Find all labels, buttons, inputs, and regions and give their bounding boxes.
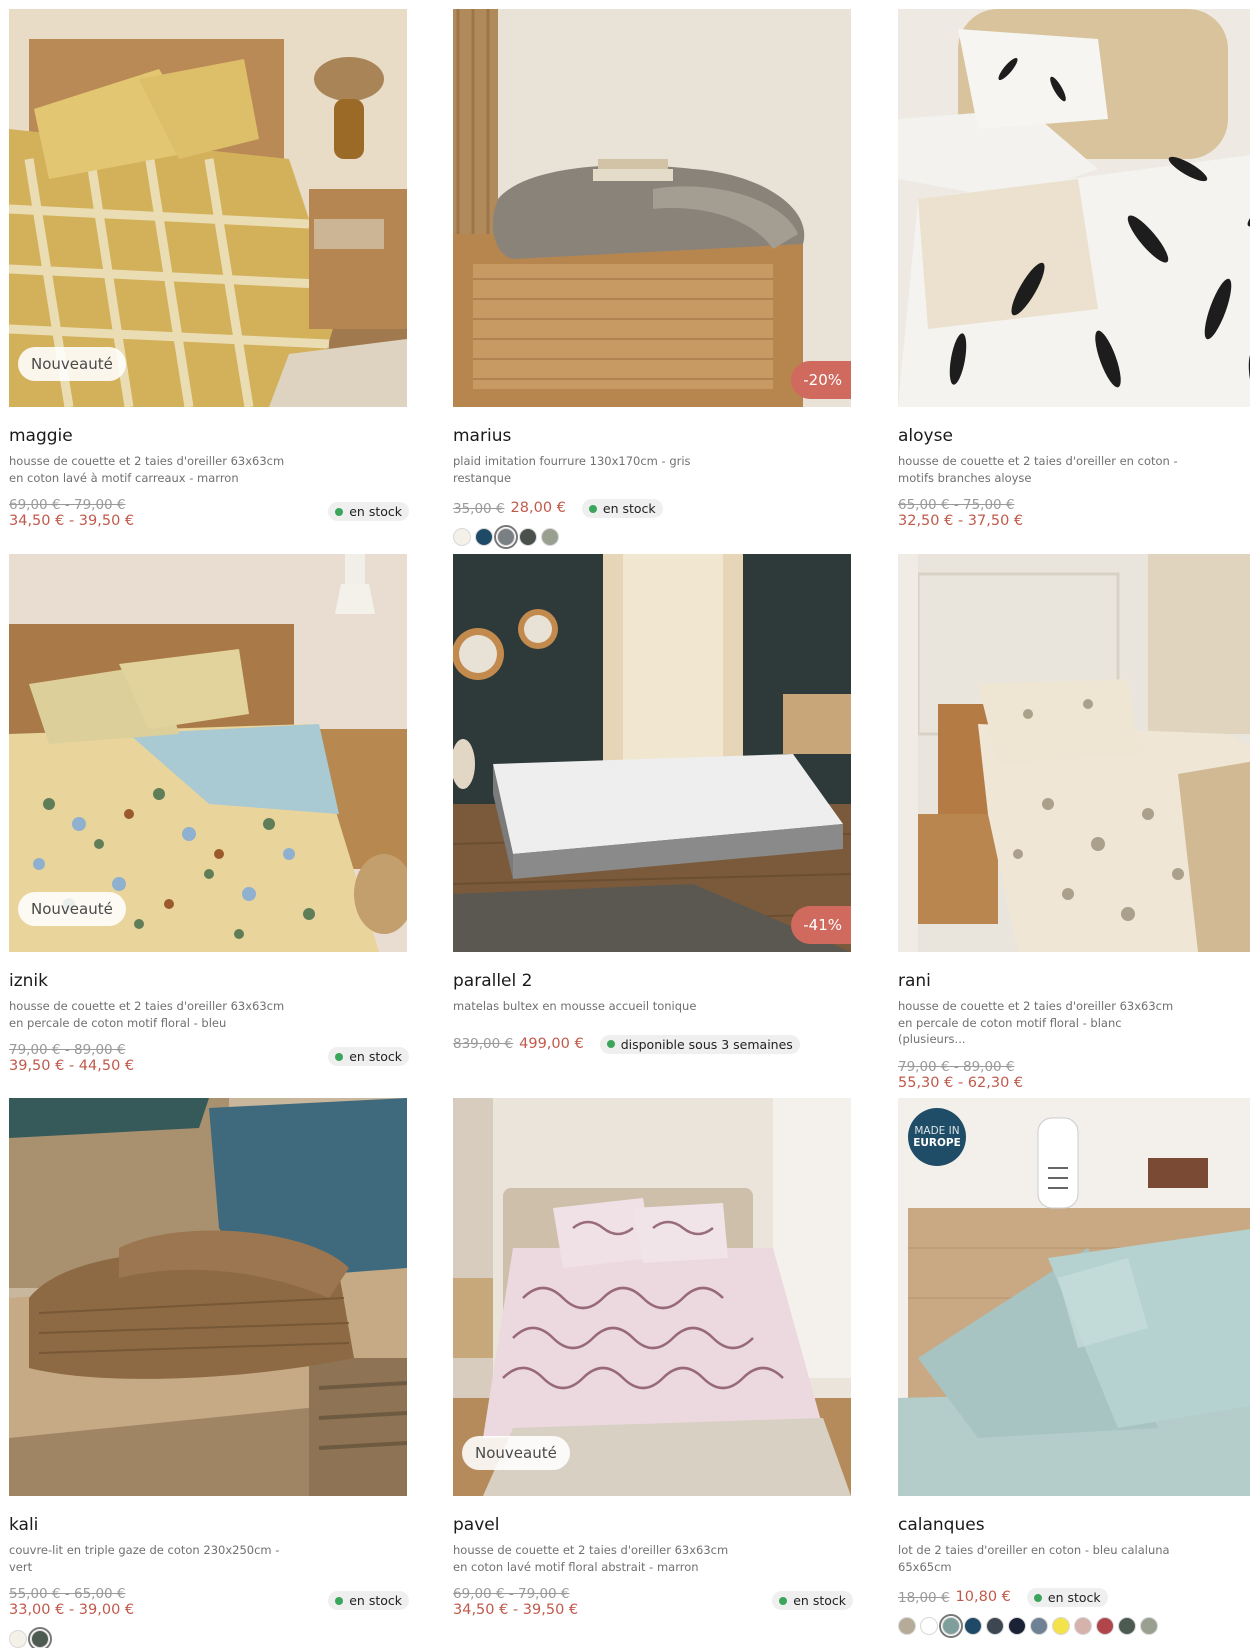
color-swatch[interactable] — [453, 528, 471, 546]
product-card-marius[interactable]: -20% marius plaid imitation fourrure 130… — [453, 9, 853, 549]
product-image[interactable]: MADE IN EUROPE — [898, 1098, 1250, 1496]
color-swatch[interactable] — [1030, 1617, 1048, 1635]
color-swatch-selected[interactable] — [939, 1614, 963, 1638]
discount-badge: -41% — [791, 906, 851, 944]
product-description: housse de couette et 2 taies d'oreiller … — [898, 999, 1174, 1046]
old-price: 18,00 € — [898, 1589, 950, 1606]
stock-label: en stock — [349, 1593, 402, 1608]
product-card-maggie[interactable]: Nouveauté maggie housse de couette et 2 … — [9, 9, 409, 531]
stock-label: disponible sous 3 semaines — [620, 1036, 793, 1052]
product-card-rani[interactable]: rani housse de couette et 2 taies d'orei… — [898, 554, 1250, 1093]
old-price: 79,00 € - 89,00 € — [898, 1058, 1015, 1075]
color-swatch[interactable] — [9, 1630, 27, 1648]
color-swatch[interactable] — [519, 528, 537, 546]
stock-dot-icon — [335, 1052, 344, 1061]
sale-price: 55,30 € - 62,30 € — [898, 1074, 1024, 1091]
product-description: housse de couette et 2 taies d'oreiller … — [9, 999, 285, 1030]
color-swatch[interactable] — [1118, 1617, 1136, 1635]
stock-dot-icon — [1033, 1593, 1042, 1602]
new-badge: Nouveauté — [462, 1436, 570, 1470]
product-name[interactable]: maggie — [9, 425, 409, 447]
sale-price: 10,80 € — [955, 1589, 1011, 1605]
product-card-kali[interactable]: kali couvre-lit en triple gaze de coton … — [9, 1098, 409, 1648]
color-swatch-selected[interactable] — [494, 525, 518, 549]
color-swatches — [9, 1627, 409, 1648]
color-swatches — [453, 525, 853, 549]
stock-badge: disponible sous 3 semaines — [599, 1034, 800, 1054]
product-card-calanques[interactable]: MADE IN EUROPE calanques lot de 2 taies … — [898, 1098, 1250, 1638]
stock-badge: en stock — [581, 499, 663, 518]
product-image[interactable]: Nouveauté — [9, 9, 407, 407]
stock-dot-icon — [606, 1040, 615, 1048]
sale-price: 32,50 € - 37,50 € — [898, 513, 1024, 529]
color-swatch[interactable] — [898, 1617, 916, 1635]
product-description: lot de 2 taies d'oreiller en coton - ble… — [898, 1543, 1170, 1574]
product-description: couvre-lit en triple gaze de coton 230x2… — [9, 1543, 280, 1574]
stock-label: en stock — [1047, 1590, 1101, 1605]
color-swatch[interactable] — [475, 528, 493, 546]
color-swatch[interactable] — [1074, 1617, 1092, 1635]
stock-label: en stock — [349, 504, 402, 519]
product-image[interactable]: -41% — [453, 554, 851, 952]
product-description: matelas bultex en mousse accueil tonique — [453, 999, 697, 1013]
sale-price: 28,00 € — [510, 500, 566, 516]
stock-dot-icon — [335, 1596, 344, 1605]
product-description: housse de couette et 2 taies d'oreiller … — [9, 454, 285, 485]
product-card-iznik[interactable]: Nouveauté iznik housse de couette et 2 t… — [9, 554, 409, 1076]
old-price: 65,00 € - 75,00 € — [898, 497, 1015, 513]
product-description: housse de couette et 2 taies d'oreiller … — [453, 1543, 729, 1574]
new-badge: Nouveauté — [18, 347, 126, 381]
color-swatch[interactable] — [1008, 1617, 1026, 1635]
stock-badge: en stock — [328, 1047, 409, 1066]
color-swatch[interactable] — [920, 1617, 938, 1635]
discount-badge: -20% — [791, 361, 851, 399]
product-name[interactable]: kali — [9, 1514, 409, 1536]
stock-dot-icon — [588, 504, 597, 513]
product-image[interactable]: Nouveauté — [453, 1098, 851, 1496]
stock-dot-icon — [779, 1596, 788, 1605]
color-swatch-selected[interactable] — [28, 1627, 52, 1648]
product-card-pavel[interactable]: Nouveauté pavel housse de couette et 2 t… — [453, 1098, 853, 1620]
color-swatch[interactable] — [964, 1617, 982, 1635]
product-image[interactable]: -20% — [453, 9, 851, 407]
product-card-parallel-2[interactable]: -41% parallel 2 matelas bultex en mousse… — [453, 554, 853, 1054]
product-name[interactable]: parallel 2 — [453, 970, 853, 992]
color-swatch[interactable] — [1052, 1617, 1070, 1635]
made-in-europe-badge: MADE IN EUROPE — [908, 1108, 966, 1166]
stock-label: en stock — [602, 501, 656, 516]
stock-dot-icon — [335, 507, 344, 516]
stock-badge: en stock — [772, 1591, 853, 1610]
color-swatches — [898, 1614, 1250, 1638]
color-swatch[interactable] — [1096, 1617, 1114, 1635]
sale-price: 499,00 € — [519, 1035, 584, 1052]
product-image[interactable]: Nouveauté — [9, 554, 407, 952]
made-in-region: EUROPE — [913, 1137, 961, 1149]
product-name[interactable]: calanques — [898, 1514, 1250, 1536]
product-image[interactable] — [898, 554, 1250, 952]
product-image[interactable] — [9, 1098, 407, 1496]
color-swatch[interactable] — [541, 528, 559, 546]
product-name[interactable]: pavel — [453, 1514, 853, 1536]
made-in-label: MADE IN — [914, 1125, 960, 1137]
stock-label: en stock — [349, 1049, 402, 1064]
stock-label: en stock — [793, 1593, 846, 1608]
stock-badge: en stock — [328, 502, 409, 521]
new-badge: Nouveauté — [18, 892, 126, 926]
old-price: 35,00 € — [453, 500, 505, 517]
color-swatch[interactable] — [1140, 1617, 1158, 1635]
stock-badge: en stock — [328, 1591, 409, 1610]
product-description: housse de couette et 2 taies d'oreiller … — [898, 454, 1178, 485]
old-price: 839,00 € — [453, 1036, 514, 1052]
product-name[interactable]: aloyse — [898, 425, 1250, 447]
product-image[interactable] — [898, 9, 1250, 407]
stock-badge: en stock — [1026, 1588, 1108, 1607]
color-swatch[interactable] — [986, 1617, 1004, 1635]
product-description: plaid imitation fourrure 130x170cm - gri… — [453, 454, 691, 485]
product-name[interactable]: marius — [453, 425, 853, 447]
product-name[interactable]: rani — [898, 970, 1250, 992]
product-name[interactable]: iznik — [9, 970, 409, 992]
product-card-aloyse[interactable]: aloyse housse de couette et 2 taies d'or… — [898, 9, 1250, 531]
